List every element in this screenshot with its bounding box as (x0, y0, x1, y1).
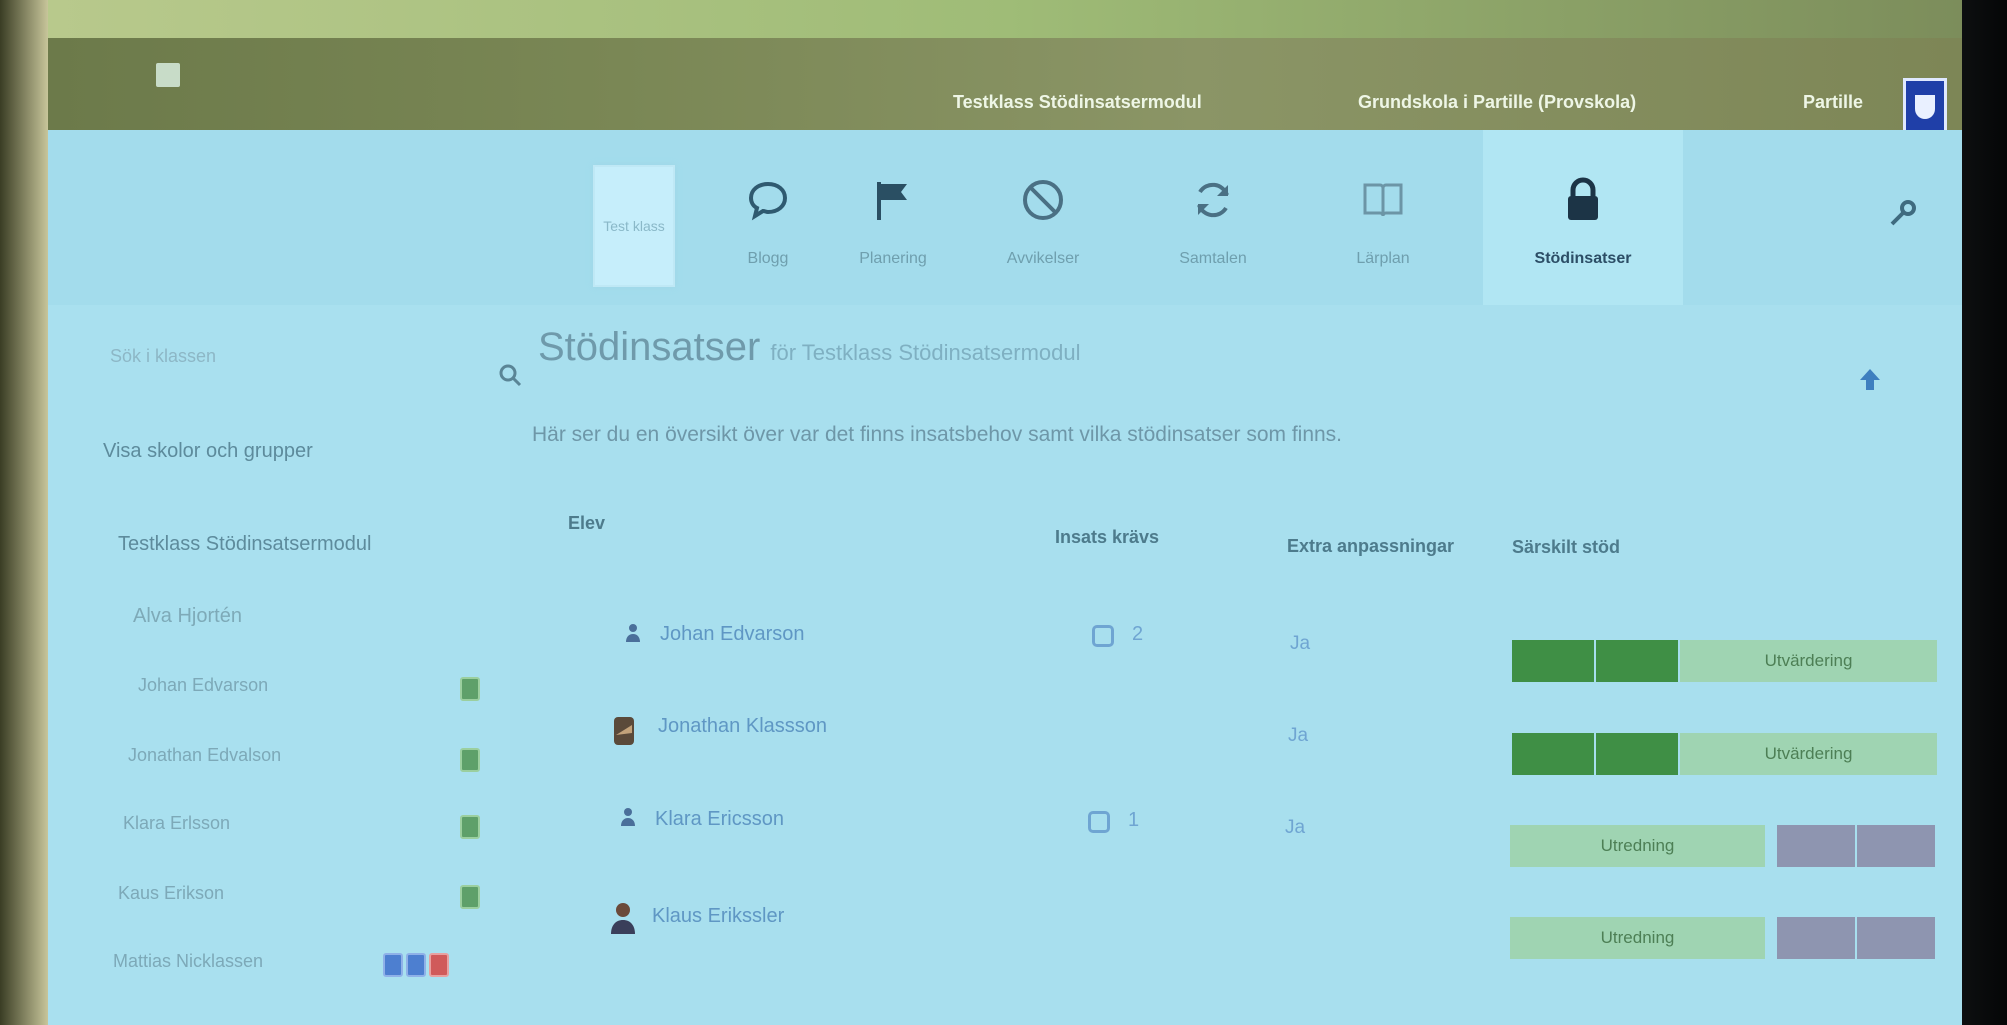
search-box (108, 335, 522, 387)
page-description: Här ser du en översikt över var det finn… (532, 423, 1343, 446)
avatar (610, 713, 638, 754)
tool-label: Avvikelser (1006, 250, 1080, 267)
page-title: Stödinsatser för Testklass Stödinsatsermo… (538, 325, 1081, 369)
app-screen: Testklass Stödinsatsermodul Grundskola i… (48, 0, 1962, 1025)
progress-bar[interactable]: Utredning (1510, 825, 1935, 867)
sidebar-student[interactable]: Jonathan Edvalson (128, 745, 281, 766)
lock-icon (1508, 170, 1658, 230)
monitor-bezel-right (1962, 0, 2007, 1025)
sidebar-item-class[interactable]: Testklass Stödinsatsermodul (118, 533, 371, 556)
monitor-bezel-left (0, 0, 48, 1025)
sidebar-student[interactable]: Kaus Erikson (118, 883, 224, 904)
avatar (608, 900, 638, 941)
sidebar-student[interactable]: Johan Edvarson (138, 675, 268, 696)
main-content: Stödinsatser för Testklass Stödinsatsermo… (510, 305, 1962, 1025)
flag-icon (818, 170, 968, 230)
header-school-link[interactable]: Grundskola i Partille (Provskola) (1358, 92, 1636, 113)
status-badge (460, 748, 480, 772)
person-icon (625, 623, 641, 648)
progress-status: Utvärdering (1680, 640, 1937, 682)
progress-status: Utvärdering (1680, 733, 1937, 775)
person-icon (620, 807, 636, 832)
tool-label: Samtalen (1179, 250, 1247, 267)
insats-count: 2 (1132, 623, 1144, 645)
header-banner (48, 0, 1962, 38)
upload-icon[interactable] (1855, 365, 1885, 400)
status-badge (429, 953, 449, 977)
status-badge (383, 953, 403, 977)
status-badge (460, 885, 480, 909)
column-header-action-needed: Insats krävs (1055, 527, 1160, 547)
tool-label: Planering (859, 250, 927, 267)
progress-status: Utredning (1510, 825, 1765, 867)
class-tile[interactable]: Test klass (593, 165, 675, 287)
tool-planering[interactable]: Planering (818, 170, 968, 268)
student-name-link[interactable]: Johan Edvarson (660, 623, 805, 646)
top-header: Testklass Stödinsatsermodul Grundskola i… (48, 0, 1962, 140)
progress-bar[interactable]: Utvärdering (1512, 733, 1937, 775)
progress-bar[interactable]: Utredning (1510, 917, 1935, 959)
insats-checkbox[interactable] (1088, 811, 1110, 833)
insats-count: 1 (1128, 809, 1140, 831)
header-municipality-link[interactable]: Partille (1803, 92, 1863, 113)
insats-checkbox[interactable] (1092, 625, 1114, 647)
no-entry-icon (968, 170, 1118, 230)
search-input[interactable] (108, 335, 432, 377)
sidebar-item-student[interactable]: Alva Hjortén (133, 605, 242, 628)
sidebar-student[interactable]: Mattias Nicklassen (113, 951, 263, 972)
progress-status: Utredning (1510, 917, 1765, 959)
module-toolbar: Test klass Blogg Planering Avvikelser Sa… (48, 130, 1962, 305)
status-badge (406, 953, 426, 977)
sidebar-student[interactable]: Klara Erlsson (123, 813, 230, 834)
column-header-student: Elev (568, 513, 606, 533)
student-name-link[interactable]: Jonathan Klassson (658, 715, 827, 738)
tool-label: Lärplan (1356, 250, 1410, 267)
column-header-special-support: Särskilt stöd (1512, 537, 1621, 557)
extra-adaptations-value[interactable]: Ja (1288, 725, 1308, 747)
student-name-link[interactable]: Klara Ericsson (655, 808, 784, 831)
progress-bar[interactable]: Utvärdering (1512, 640, 1937, 682)
page-subtitle[interactable]: för Testklass Stödinsatsermodul (770, 340, 1080, 365)
tool-stodinsatser[interactable]: Stödinsatser (1508, 170, 1658, 268)
wrench-icon[interactable] (1888, 198, 1918, 233)
tool-label: Stödinsatser (1534, 250, 1632, 267)
column-header-adaptations: Extra anpassningar (1287, 536, 1455, 556)
sidebar: Visa skolor och grupper Testklass Stödin… (48, 305, 522, 1025)
extra-adaptations-value[interactable]: Ja (1285, 817, 1305, 839)
student-name-link[interactable]: Klaus Erikssler (652, 905, 784, 928)
tool-larplan[interactable]: Lärplan (1308, 170, 1458, 268)
status-badge (460, 677, 480, 701)
tool-avvikelser[interactable]: Avvikelser (968, 170, 1118, 268)
sidebar-item-schools[interactable]: Visa skolor och grupper (103, 440, 313, 463)
refresh-icon (1138, 170, 1288, 230)
tool-samtalen[interactable]: Samtalen (1138, 170, 1288, 268)
book-icon (1308, 170, 1458, 230)
header-class-link[interactable]: Testklass Stödinsatsermodul (953, 92, 1202, 113)
status-badge (460, 815, 480, 839)
extra-adaptations-value[interactable]: Ja (1290, 633, 1310, 655)
menu-icon[interactable] (156, 63, 180, 87)
